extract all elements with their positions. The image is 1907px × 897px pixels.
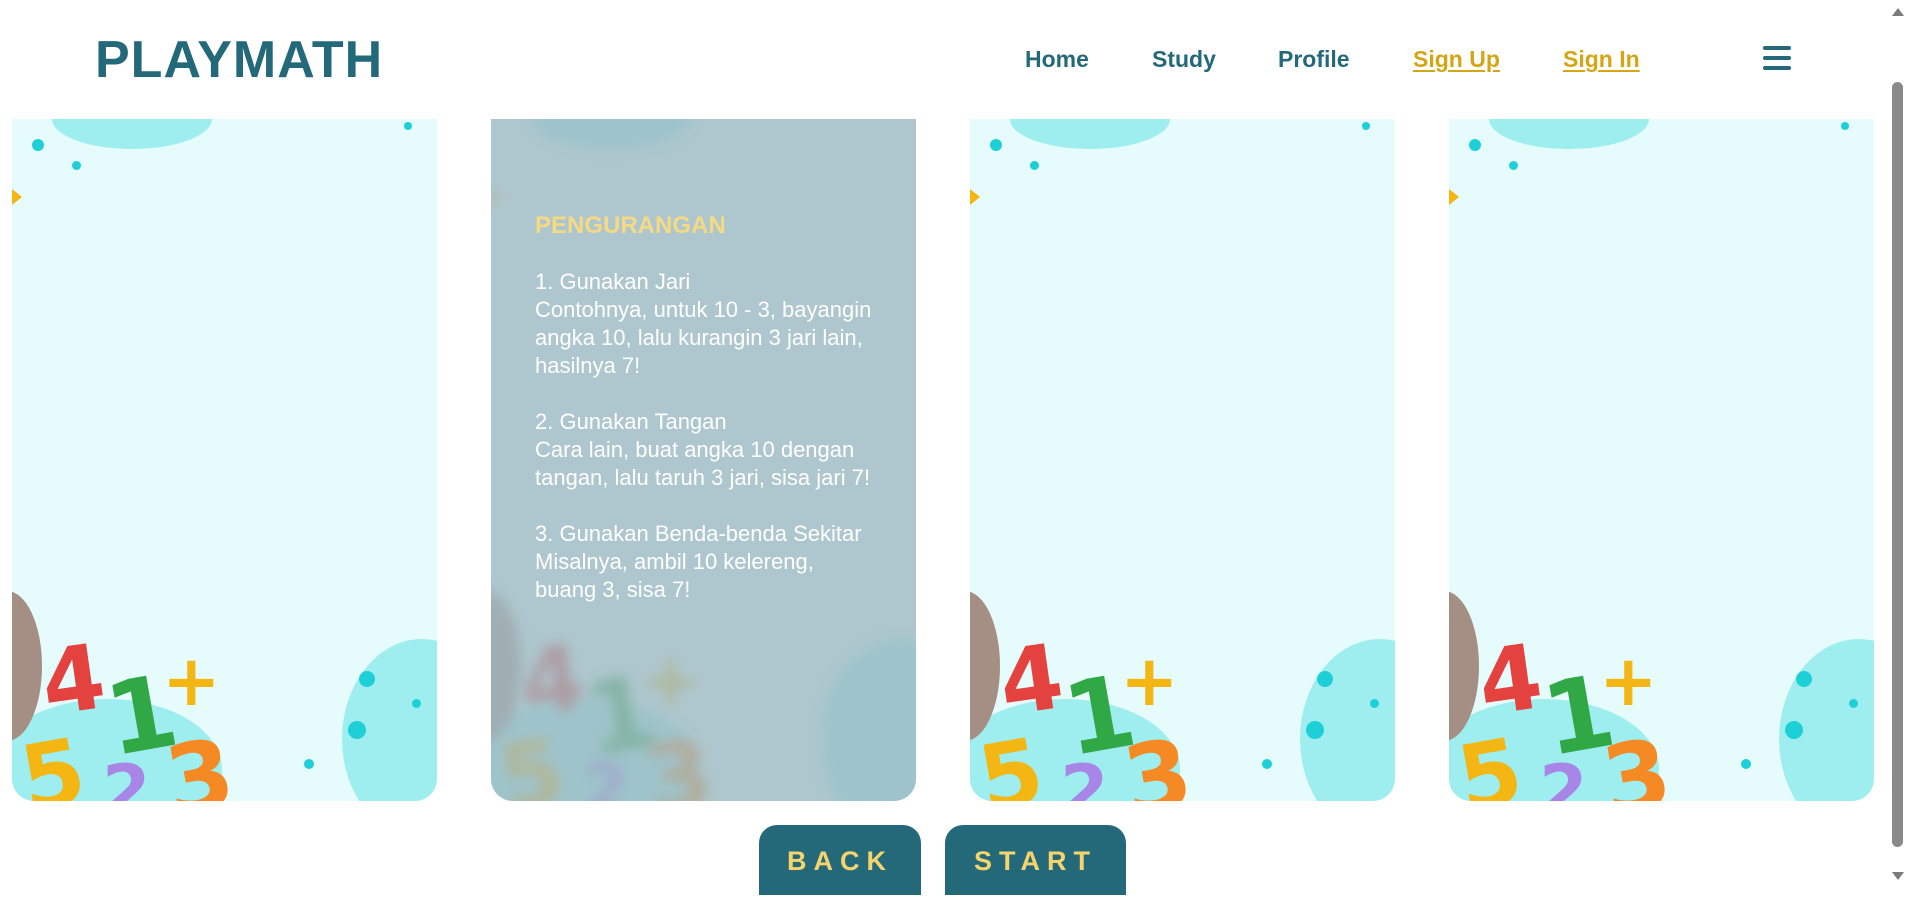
number-2-graphic: 2 [102,750,151,801]
decor-bubble [52,119,212,149]
nav-home[interactable]: Home [1025,46,1089,73]
scroll-down-arrow-icon[interactable] [1892,872,1904,880]
lesson-step: 3. Gunakan Benda-benda Sekitar Misalnya,… [535,520,880,604]
plus-graphic: + [162,640,221,722]
lesson-card[interactable]: 4 1 + 5 2 3 [12,119,437,801]
number-3-graphic: 3 [1115,718,1201,801]
lesson-content: PENGURANGAN 1. Gunakan Jari Contohnya, u… [535,212,880,632]
lesson-step: 2. Gunakan Tangan Cara lain, buat angka … [535,408,880,492]
lesson-title: PENGURANGAN [535,212,726,239]
start-button[interactable]: START [945,825,1126,895]
number-2-graphic: 2 [1539,750,1588,801]
step-heading: 3. Gunakan Benda-benda Sekitar [535,521,862,546]
step-heading: 2. Gunakan Tangan [535,409,727,434]
hamburger-menu-icon[interactable] [1763,46,1791,72]
step-text: Misalnya, ambil 10 kelereng, buang 3, si… [535,549,814,602]
nav-sign-up[interactable]: Sign Up [1413,46,1500,73]
nav-study[interactable]: Study [1152,46,1216,73]
step-text: Contohnya, untuk 10 - 3, bayangin angka … [535,297,872,378]
site-header: PLAYMATH Home Study Profile Sign Up Sign… [0,0,1888,119]
scroll-up-arrow-icon[interactable] [1892,8,1904,16]
vertical-scrollbar[interactable] [1888,0,1907,888]
plus-graphic: + [1120,640,1179,722]
lesson-card[interactable]: 4 1 + 5 2 3 [970,119,1395,801]
plus-graphic: + [1599,640,1658,722]
step-text: Cara lain, buat angka 10 dengan tangan, … [535,437,871,490]
nav-sign-in[interactable]: Sign In [1563,46,1640,73]
lesson-card-active[interactable]: 4 1 + 5 2 3 PENGURANGAN 1. Gunakan Jari … [491,119,916,801]
nav-profile[interactable]: Profile [1278,46,1350,73]
step-heading: 1. Gunakan Jari [535,269,691,294]
number-3-graphic: 3 [1594,718,1680,801]
back-button[interactable]: BACK [759,825,921,895]
lesson-card[interactable]: 4 1 + 5 2 3 [1449,119,1874,801]
logo[interactable]: PLAYMATH [95,30,383,90]
number-3-graphic: 3 [157,718,243,801]
number-2-graphic: 2 [1060,750,1109,801]
scrollbar-thumb[interactable] [1892,82,1903,847]
decor-bubble [342,639,437,801]
lesson-step: 1. Gunakan Jari Contohnya, untuk 10 - 3,… [535,268,880,380]
